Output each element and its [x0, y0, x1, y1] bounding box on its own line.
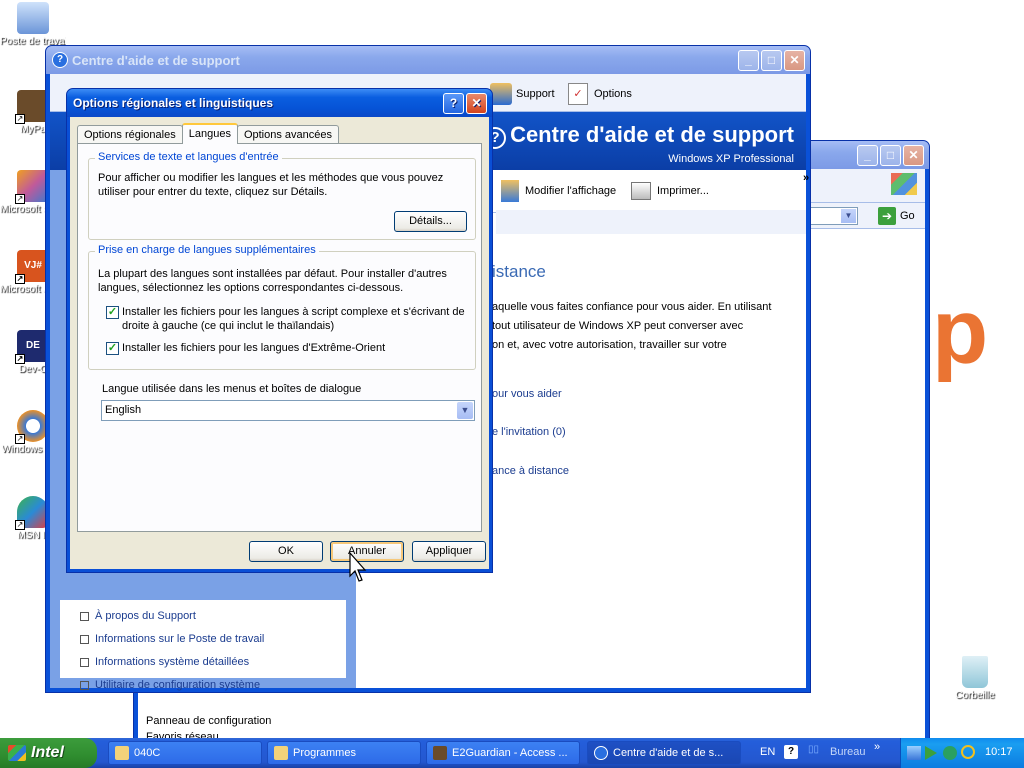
- help-left-links-panel: À propos du Support Informations sur le …: [60, 600, 346, 691]
- taskbar-item-040c[interactable]: 040C: [108, 741, 262, 765]
- modify-view-icon: [501, 180, 519, 202]
- text-services-group: Services de texte et langues d'entrée Po…: [88, 151, 476, 240]
- additional-languages-group: Prise en charge de langues supplémentair…: [88, 244, 476, 370]
- tab-strip: Options régionales Langues Options avanc…: [77, 123, 340, 144]
- ui-language-label: Langue utilisée dans les menus et boîtes…: [102, 383, 362, 395]
- link-invite[interactable]: our vous aider: [492, 388, 562, 400]
- folder-icon: [274, 746, 288, 760]
- complex-script-label[interactable]: Installer les fichiers pour les langues …: [122, 305, 467, 333]
- tab-advanced-options[interactable]: Options avancées: [236, 125, 340, 144]
- section-heading: istance: [492, 262, 546, 281]
- taskbar-item-help-center[interactable]: Centre d'aide et de s...: [587, 741, 741, 765]
- system-tray: 10:17: [900, 738, 1024, 768]
- details-button[interactable]: Détails...: [394, 211, 467, 232]
- windows-logo-icon: [891, 173, 917, 195]
- toolbar-grip-icon: ▯▯: [808, 744, 820, 755]
- printer-icon: [631, 182, 651, 200]
- taskbar: Intel 040C Programmes E2Guardian - Acces…: [0, 738, 1024, 768]
- chevron-down-icon[interactable]: ▼: [457, 402, 473, 419]
- regional-options-dialog[interactable]: Options régionales et linguistiques ? ✕ …: [66, 88, 493, 573]
- complex-script-checkbox[interactable]: ✓: [106, 306, 119, 319]
- browser-icon: [433, 746, 447, 760]
- section-paragraph: aquelle vous faites confiance pour vous …: [492, 301, 772, 351]
- taskbar-item-programmes[interactable]: Programmes: [267, 741, 421, 765]
- language-indicator[interactable]: EN: [760, 746, 775, 758]
- minimize-button[interactable]: _: [857, 144, 878, 166]
- link-about-support[interactable]: À propos du Support: [80, 610, 196, 622]
- tab-languages[interactable]: Langues: [181, 123, 238, 144]
- orange-logo-letter: p: [932, 281, 989, 383]
- apply-button[interactable]: Appliquer: [412, 541, 486, 562]
- modify-view-button[interactable]: Modifier l'affichage: [501, 178, 616, 204]
- help-icon: ?: [52, 52, 68, 68]
- ok-button[interactable]: OK: [249, 541, 323, 562]
- print-button[interactable]: Imprimer...: [631, 178, 709, 204]
- mouse-cursor-icon: [349, 552, 367, 582]
- help-button[interactable]: ?: [443, 92, 464, 114]
- chevron-more-icon[interactable]: »: [803, 172, 809, 184]
- banner-subtitle: Windows XP Professional: [668, 153, 794, 165]
- close-button[interactable]: ✕: [784, 49, 805, 71]
- play-arrow-icon[interactable]: [925, 746, 937, 760]
- go-arrow-icon: ➔: [878, 207, 896, 225]
- east-asian-checkbox[interactable]: ✓: [106, 342, 119, 355]
- refresh-icon[interactable]: [943, 746, 957, 760]
- support-icon: [490, 83, 512, 105]
- link-msconfig[interactable]: Utilitaire de configuration système: [80, 679, 260, 691]
- options-check-icon: ✓: [568, 83, 588, 105]
- ui-language-select[interactable]: English ▼: [101, 400, 475, 421]
- recycle-bin-icon: [962, 656, 988, 688]
- languages-tab-panel: Services de texte et langues d'entrée Po…: [77, 143, 482, 532]
- clock[interactable]: 10:17: [985, 746, 1013, 758]
- desktop-icon-recycle-bin[interactable]: Corbeille: [942, 656, 1008, 701]
- link-computer-info[interactable]: Informations sur le Poste de travail: [80, 633, 264, 645]
- computer-icon: [17, 2, 49, 34]
- windows-flag-icon: [8, 745, 26, 761]
- taskbar-item-e2guardian[interactable]: E2Guardian - Access ...: [426, 741, 580, 765]
- support-button[interactable]: Support: [490, 83, 555, 105]
- desktop-icon-my-computer[interactable]: Poste de travail: [0, 2, 66, 47]
- help-icon: [594, 746, 608, 760]
- close-button[interactable]: ✕: [466, 92, 487, 114]
- maximize-button[interactable]: □: [880, 144, 901, 166]
- network-icon[interactable]: [907, 746, 921, 760]
- tab-regional-options[interactable]: Options régionales: [77, 125, 183, 144]
- dialog-titlebar[interactable]: Options régionales et linguistiques ? ✕: [67, 89, 492, 117]
- minimize-button[interactable]: _: [738, 49, 759, 71]
- link-remote-assistance[interactable]: ance à distance: [492, 465, 569, 477]
- folder-icon: [115, 746, 129, 760]
- start-button[interactable]: Intel: [0, 738, 97, 768]
- link-invitation-status[interactable]: e l'invitation (0): [492, 426, 566, 438]
- chevron-double-right-icon[interactable]: »: [874, 741, 880, 753]
- language-help-icon[interactable]: ?: [784, 745, 798, 759]
- search-icon[interactable]: [961, 745, 975, 759]
- options-button[interactable]: ✓ Options: [568, 83, 632, 105]
- link-system-info[interactable]: Informations système détaillées: [80, 656, 249, 668]
- east-asian-label[interactable]: Installer les fichiers pour les langues …: [122, 341, 467, 355]
- go-button[interactable]: ➔ Go: [878, 207, 915, 225]
- desktop-toolbar-label[interactable]: Bureau: [830, 746, 865, 758]
- close-button[interactable]: ✕: [903, 144, 924, 166]
- help-window-titlebar[interactable]: ? Centre d'aide et de support _ □ ✕: [46, 46, 810, 74]
- chevron-down-icon[interactable]: ▼: [841, 209, 856, 223]
- sidebar-item-control-panel[interactable]: Panneau de configuration: [146, 715, 271, 727]
- banner-title: ? Centre d'aide et de support: [484, 122, 794, 149]
- maximize-button[interactable]: □: [761, 49, 782, 71]
